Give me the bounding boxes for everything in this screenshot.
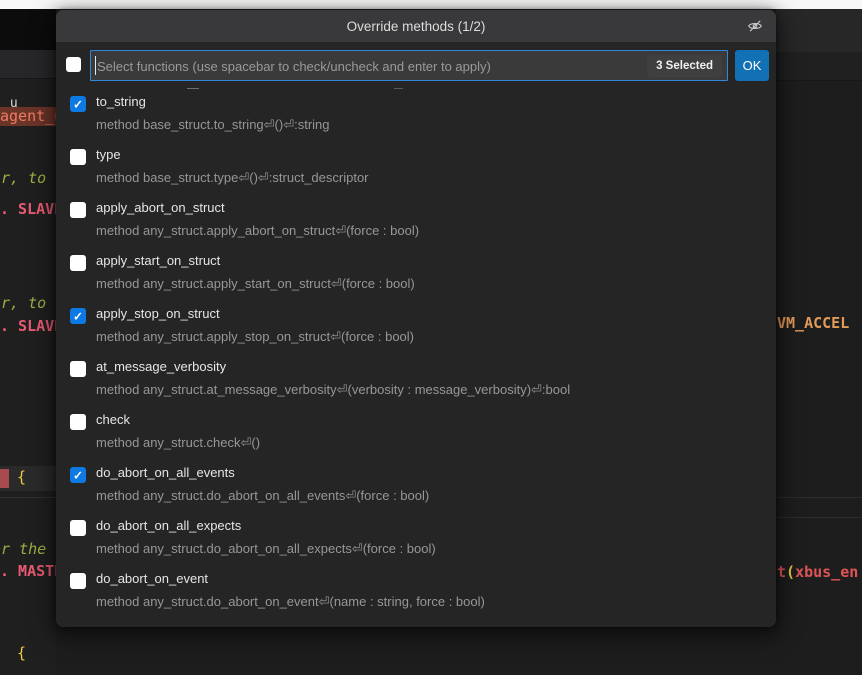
method-list-item[interactable]: check method any_struct.check⏎() bbox=[56, 406, 776, 459]
method-list-item[interactable]: type method base_struct.type⏎()⏎:struct_d… bbox=[56, 141, 776, 194]
code-fragment: { bbox=[17, 468, 26, 487]
code-fragment: . SLAVE bbox=[0, 317, 56, 336]
method-name: apply_abort_on_struct bbox=[96, 199, 419, 217]
method-text: type method base_struct.type⏎()⏎:struct_d… bbox=[96, 146, 369, 187]
method-signature: method any_struct.do_abort_on_all_events… bbox=[96, 487, 429, 505]
method-checkbox[interactable] bbox=[70, 149, 86, 165]
method-signature: method any_struct.apply_stop_on_struct⏎(… bbox=[96, 328, 414, 346]
checkmark-icon: ✓ bbox=[73, 99, 83, 111]
method-name: apply_start_on_struct bbox=[96, 252, 415, 270]
code-token: . SLAVE bbox=[0, 317, 56, 335]
code-token: r, to bbox=[1, 294, 46, 312]
code-token: { bbox=[17, 644, 26, 662]
method-list-item[interactable]: ✓ apply_stop_on_structmethod any_struct.a… bbox=[56, 300, 776, 353]
method-name: check bbox=[96, 411, 260, 429]
method-list: ✓ to_stringmethod base_struct.to_string⏎(… bbox=[56, 88, 776, 620]
method-name: at_message_verbosity bbox=[96, 358, 570, 376]
method-text: do_abort_on_eventmethod any_struct.do_ab… bbox=[96, 570, 485, 611]
code-decoration bbox=[0, 497, 56, 498]
filter-input[interactable] bbox=[95, 51, 619, 82]
method-text: check method any_struct.check⏎() bbox=[96, 411, 260, 452]
checkmark-icon: ✓ bbox=[73, 311, 83, 323]
method-name: do_abort_on_all_events bbox=[96, 464, 429, 482]
code-decoration bbox=[776, 517, 862, 518]
method-text: to_stringmethod base_struct.to_string⏎()… bbox=[96, 93, 330, 134]
method-text: at_message_verbositymethod any_struct.at… bbox=[96, 358, 570, 399]
dialog-title: Override methods (1/2) bbox=[347, 19, 486, 34]
method-text: do_abort_on_all_expectsmethod any_struct… bbox=[96, 517, 436, 558]
code-fragments-right: VM_ACCELt(xbus_en bbox=[776, 9, 862, 675]
code-token: ( bbox=[786, 563, 795, 581]
method-list-item[interactable]: apply_abort_on_structmethod any_struct.a… bbox=[56, 194, 776, 247]
method-signature: method any_struct.apply_start_on_struct⏎… bbox=[96, 275, 415, 293]
code-token: xbus_en bbox=[795, 563, 858, 581]
code-token: agent_u bbox=[0, 107, 56, 125]
method-list-item[interactable]: ✓ do_abort_on_all_eventsmethod any_struct… bbox=[56, 459, 776, 512]
selected-count-badge: 3 Selected bbox=[647, 55, 722, 77]
checkmark-icon: ✓ bbox=[73, 470, 83, 482]
method-text: do_abort_on_all_eventsmethod any_struct.… bbox=[96, 464, 429, 505]
code-fragment: agent_u bbox=[0, 107, 56, 126]
editor-background-right: VM_ACCELt(xbus_en bbox=[776, 9, 862, 675]
method-text: apply_start_on_structmethod any_struct.a… bbox=[96, 252, 415, 293]
method-text: apply_stop_on_structmethod any_struct.ap… bbox=[96, 305, 414, 346]
code-token: or the bbox=[0, 540, 46, 558]
code-fragments-left: agent_u r, to . SLAVE r, to . SLAVE { or the . … bbox=[0, 9, 56, 675]
method-checkbox[interactable] bbox=[70, 414, 86, 430]
ok-button[interactable]: OK bbox=[735, 50, 769, 81]
method-signature: method any_struct.at_message_verbosity⏎(… bbox=[96, 381, 570, 399]
method-checkbox[interactable]: ✓ bbox=[70, 467, 86, 483]
method-checkbox[interactable] bbox=[70, 361, 86, 377]
code-fragment: { bbox=[17, 644, 26, 663]
code-decoration bbox=[776, 497, 862, 498]
method-signature: method base_struct.type⏎()⏎:struct_descr… bbox=[96, 169, 369, 187]
method-name: to_string bbox=[96, 93, 330, 111]
select-all-checkbox[interactable] bbox=[66, 57, 81, 72]
editor-background-left: _u agent_ur, to. SLAVEr, to. SLAVE{or th… bbox=[0, 9, 56, 675]
code-token: r, to bbox=[1, 169, 46, 187]
external-window-strip bbox=[0, 0, 862, 9]
method-list-item[interactable]: do_abort_on_eventmethod any_struct.do_ab… bbox=[56, 565, 776, 618]
method-checkbox[interactable] bbox=[70, 573, 86, 589]
method-signature: method any_struct.check⏎() bbox=[96, 434, 260, 452]
code-token: . SLAVE bbox=[0, 200, 56, 218]
toggle-visibility-button[interactable] bbox=[746, 17, 764, 35]
override-methods-dialog: Override methods (1/2) 3 Selected OK ✓ to… bbox=[56, 10, 776, 627]
method-name: apply_stop_on_struct bbox=[96, 305, 414, 323]
method-list-item[interactable]: at_message_verbositymethod any_struct.at… bbox=[56, 353, 776, 406]
method-list-item[interactable]: do_abort_on_all_expectsmethod any_struct… bbox=[56, 512, 776, 565]
method-checkbox[interactable] bbox=[70, 255, 86, 271]
code-fragment: r, to bbox=[1, 294, 46, 313]
code-token: VM_ACCEL bbox=[777, 314, 849, 332]
method-checkbox[interactable]: ✓ bbox=[70, 96, 86, 112]
method-signature: method any_struct.apply_abort_on_struct⏎… bbox=[96, 222, 419, 240]
method-checkbox[interactable] bbox=[70, 520, 86, 536]
method-signature: method any_struct.do_abort_on_event⏎(nam… bbox=[96, 593, 485, 611]
filter-box: 3 Selected bbox=[90, 50, 728, 81]
eye-closed-icon bbox=[747, 18, 763, 34]
code-fragment: . MASTER bbox=[0, 562, 56, 581]
method-signature: method any_struct.do_abort_on_all_expect… bbox=[96, 540, 436, 558]
method-name: do_abort_on_event bbox=[96, 570, 485, 588]
code-token: t bbox=[777, 563, 786, 581]
code-fragment: VM_ACCEL bbox=[777, 314, 849, 333]
method-text: apply_abort_on_structmethod any_struct.a… bbox=[96, 199, 419, 240]
code-fragment: . SLAVE bbox=[0, 200, 56, 219]
code-fragment: or the bbox=[0, 540, 46, 559]
code-fragment: t(xbus_en bbox=[777, 563, 858, 582]
method-name: type bbox=[96, 146, 369, 164]
method-list-item[interactable]: ✓ to_stringmethod base_struct.to_string⏎(… bbox=[56, 88, 776, 141]
code-decoration bbox=[0, 469, 9, 488]
method-checkbox[interactable]: ✓ bbox=[70, 308, 86, 324]
dialog-titlebar: Override methods (1/2) bbox=[56, 10, 776, 42]
method-list-item[interactable]: apply_start_on_structmethod any_struct.a… bbox=[56, 247, 776, 300]
filter-row: 3 Selected OK bbox=[56, 42, 776, 88]
code-token: { bbox=[17, 468, 26, 486]
method-name: do_abort_on_all_expects bbox=[96, 517, 436, 535]
method-signature: method base_struct.to_string⏎()⏎:string bbox=[96, 116, 330, 134]
code-token: . MASTER bbox=[0, 562, 56, 580]
method-checkbox[interactable] bbox=[70, 202, 86, 218]
code-fragment: r, to bbox=[1, 169, 46, 188]
